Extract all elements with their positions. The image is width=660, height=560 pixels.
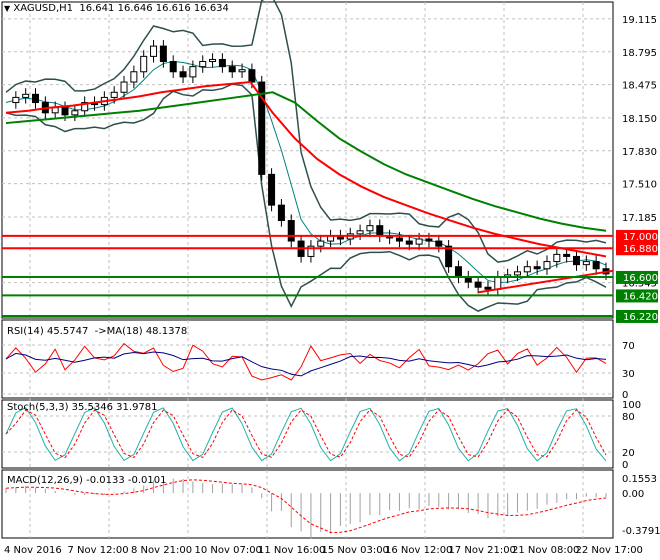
- candle-body: [543, 261, 551, 270]
- level-label: 16.220: [623, 312, 658, 323]
- main-panel-frame: [1, 1, 614, 319]
- candle-body: [592, 261, 600, 270]
- macd-title: MACD(12,26,9) -0.0133 -0.0101: [7, 475, 167, 486]
- candle-body: [405, 240, 413, 245]
- candle-body: [140, 55, 148, 73]
- level-label: 16.600: [623, 273, 658, 284]
- candle-body: [130, 71, 138, 83]
- candle-body: [238, 69, 246, 73]
- macd-tick-label: -0.3791: [622, 526, 660, 537]
- rsi-tick-label: 70: [622, 341, 635, 352]
- price-tick-label: 18.795: [622, 48, 657, 59]
- candle-body: [248, 69, 256, 83]
- candle-body: [533, 266, 541, 270]
- price-tick-label: 17.185: [622, 213, 657, 224]
- stoch-tick-label: 20: [622, 448, 635, 459]
- candle-body: [61, 107, 69, 116]
- candle-body: [169, 61, 177, 73]
- stoch-tick-label: 0: [622, 460, 628, 471]
- candle-body: [209, 58, 217, 63]
- candle-body: [395, 237, 403, 242]
- candle-body: [218, 58, 226, 68]
- chart-window: 19.115 18.795 18.475 18.150 17.830 17.510 17.1…: [0, 0, 660, 560]
- candle-body: [12, 96, 20, 104]
- candle-body: [582, 261, 590, 266]
- macd-tick-label: 0.00: [622, 489, 644, 500]
- candle-body: [179, 71, 187, 78]
- time-axis-label: 16 Nov 12:00: [385, 545, 452, 556]
- level-label: 16.420: [623, 291, 658, 302]
- candle-body: [277, 204, 285, 222]
- price-tick-label: 17.510: [622, 180, 657, 191]
- stoch-title: Stoch(5,3,3) 35.5346 31.9781: [7, 402, 158, 413]
- candle-body: [563, 253, 571, 257]
- time-axis-label: 15 Nov 03:00: [322, 545, 389, 556]
- candle-body: [356, 230, 364, 235]
- candle-body: [366, 225, 374, 232]
- candle-body: [71, 110, 79, 116]
- candle-body: [189, 66, 197, 78]
- candle-body: [287, 220, 295, 242]
- candle-body: [110, 91, 118, 98]
- time-axis-label: 17 Nov 21:00: [449, 545, 516, 556]
- candle-body: [445, 245, 453, 268]
- candle-body: [572, 255, 580, 266]
- time-axis-label: 4 Nov 2016: [4, 545, 62, 556]
- candle-body: [474, 281, 482, 288]
- candle-body: [199, 61, 207, 68]
- candle-body: [150, 45, 158, 57]
- candle-body: [415, 238, 423, 245]
- time-axis-label: 10 Nov 07:00: [195, 545, 262, 556]
- price-tick-label: 18.475: [622, 81, 657, 92]
- time-axis-label: 7 Nov 12:00: [68, 545, 129, 556]
- candle-body: [317, 240, 325, 247]
- collapse-arrow-icon[interactable]: ▼: [4, 4, 10, 13]
- candle-body: [513, 271, 521, 276]
- candle-body: [484, 286, 492, 290]
- rsi-title: RSI(14) 45.5747 ->MA(18) 48.1378: [7, 326, 188, 337]
- macd-signal-line: [5, 479, 607, 534]
- level-label: 16.880: [623, 244, 658, 255]
- candle-body: [435, 240, 443, 247]
- macd-tick-label: 0.1553: [622, 474, 657, 485]
- candle-body: [268, 173, 276, 206]
- candle-body: [523, 266, 531, 273]
- rsi-tick-label: 30: [622, 369, 635, 380]
- candle-body: [228, 66, 236, 73]
- symbol: XAGUSD,H1: [13, 3, 74, 14]
- ma-green-line: [5, 91, 607, 232]
- chart-title: ▼ XAGUSD,H1 16.641 16.646 16.616 16.634: [4, 3, 229, 14]
- price-tick-label: 18.150: [622, 114, 657, 125]
- candle-body: [51, 107, 59, 114]
- candle-body: [32, 93, 40, 104]
- price-tick-label: 19.115: [622, 15, 657, 26]
- stoch-tick-label: 100: [622, 400, 641, 411]
- stoch-tick-label: 80: [622, 412, 635, 423]
- candle-body: [159, 45, 167, 63]
- time-axis-label: 21 Nov 08:00: [512, 545, 579, 556]
- candle-body: [425, 238, 433, 242]
- ohlc: 16.641 16.646 16.616 16.634: [79, 3, 229, 14]
- candle-body: [22, 93, 30, 98]
- time-axis-label: 8 Nov 21:00: [131, 545, 192, 556]
- candle-body: [120, 81, 128, 93]
- rsi-line: [5, 342, 607, 381]
- price-tick-label: 17.830: [622, 147, 657, 158]
- bollinger-upper: [5, 0, 607, 263]
- level-label: 17.000: [623, 232, 658, 243]
- time-axis-label: 22 Nov 17:00: [576, 545, 643, 556]
- time-axis-label: 11 Nov 16:00: [258, 545, 325, 556]
- candle-body: [494, 276, 502, 290]
- candle-body: [376, 225, 384, 237]
- candle-body: [454, 266, 462, 278]
- candle-body: [553, 253, 561, 263]
